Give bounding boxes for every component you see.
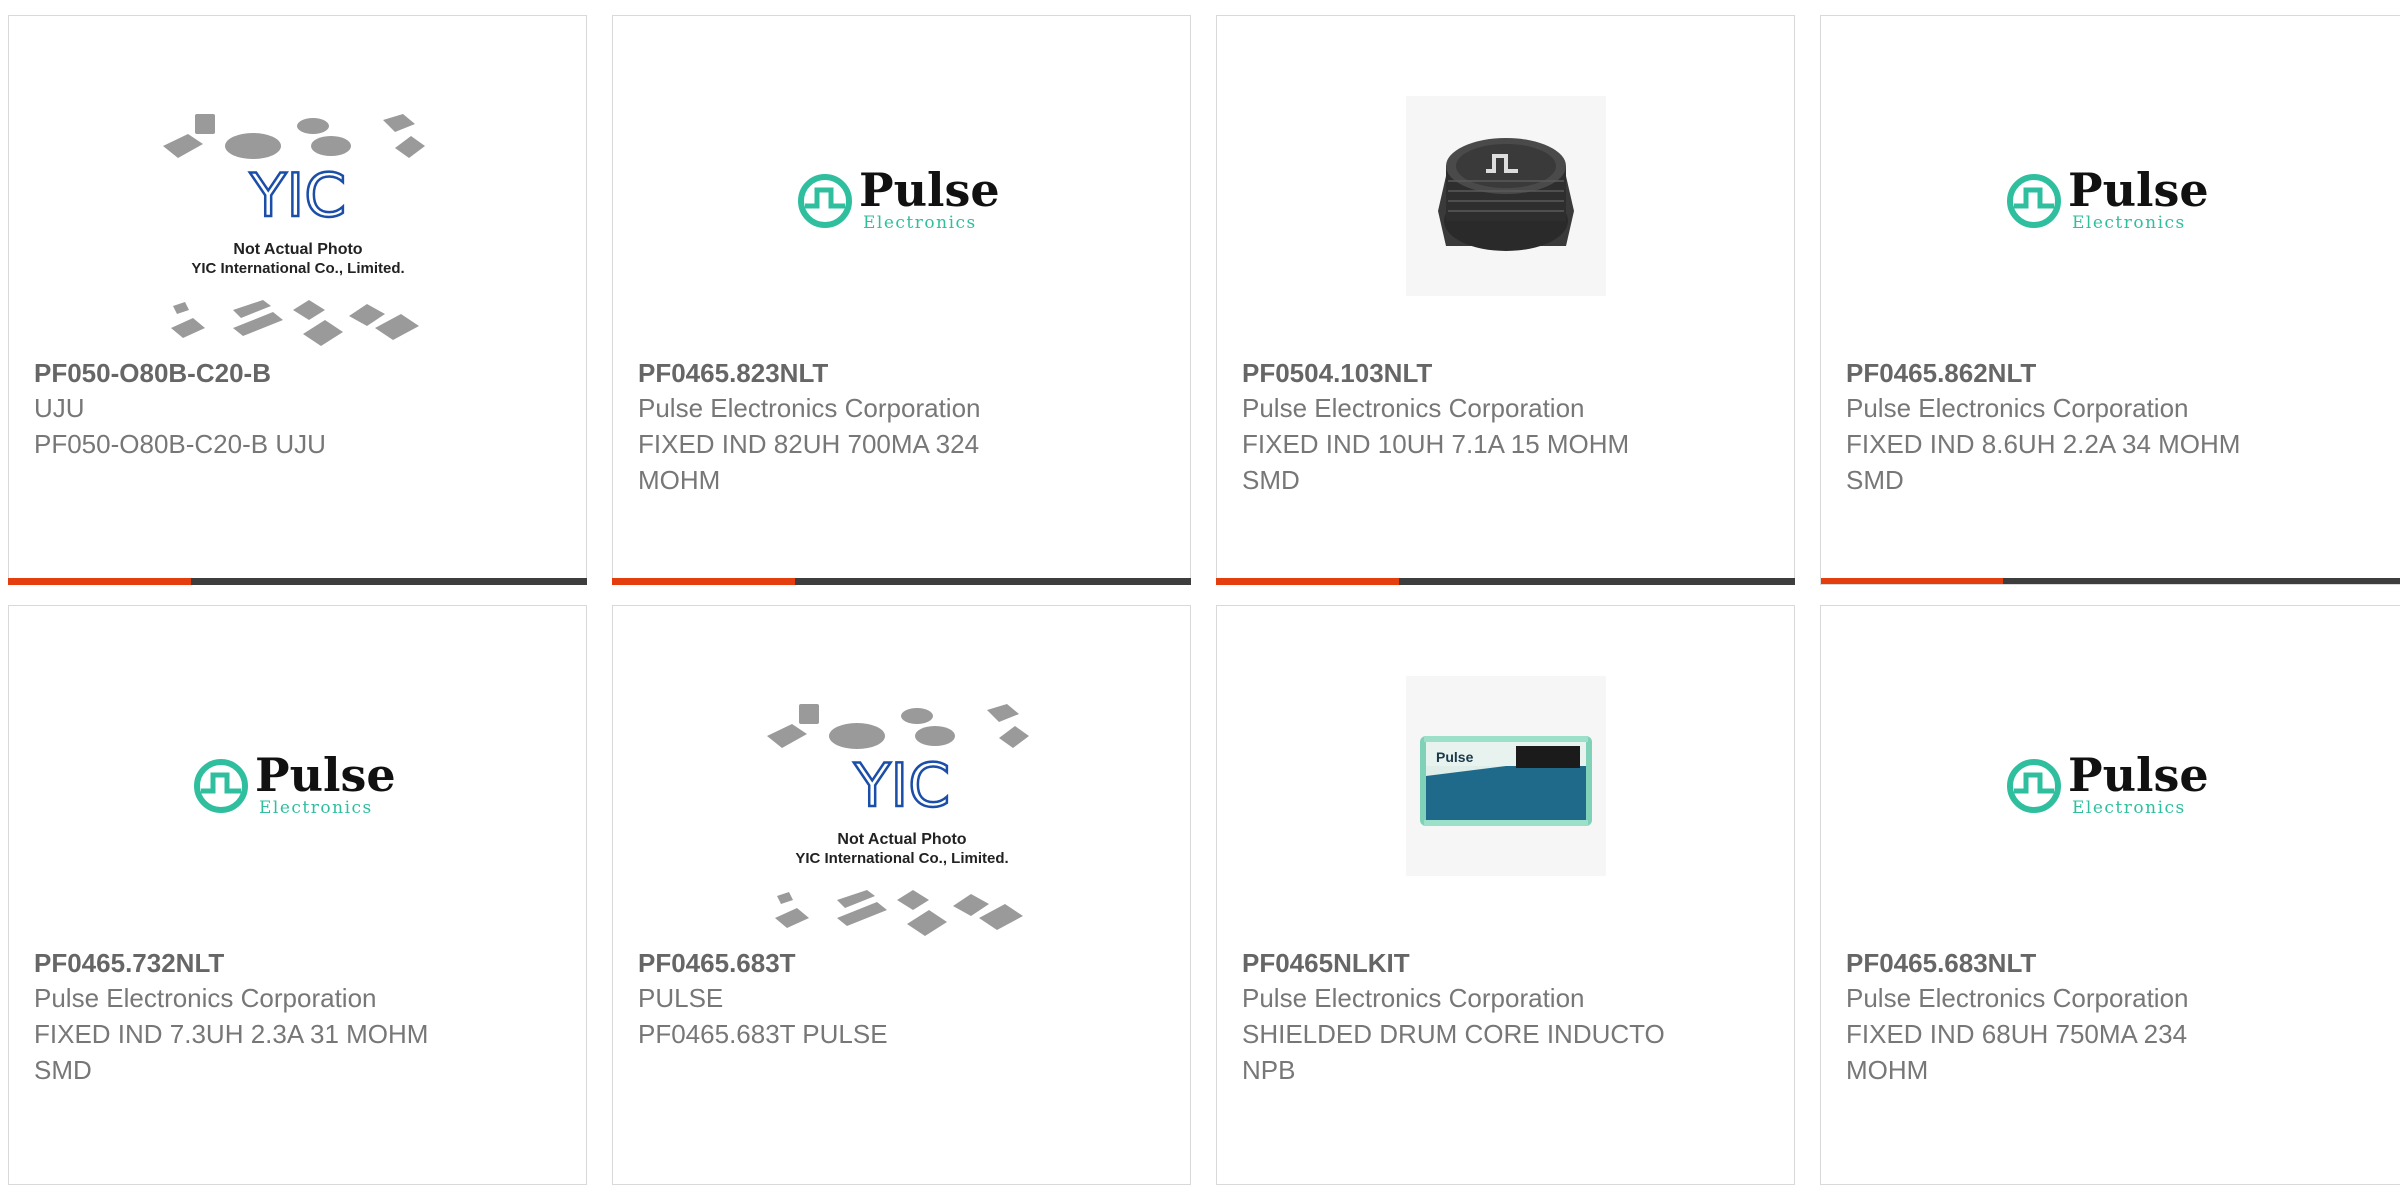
- part-number[interactable]: PF0504.103NLT: [1242, 356, 1774, 390]
- product-card[interactable]: PF0504.103NLT Pulse Electronics Corporat…: [1216, 15, 1795, 585]
- part-number[interactable]: PF0465.823NLT: [638, 356, 1170, 390]
- part-number[interactable]: PF0465.732NLT: [34, 946, 566, 980]
- inductor-photo-image: [1405, 96, 1606, 296]
- pulse-logo-image: Pulse Electronics: [2006, 751, 2209, 818]
- product-image-pulse-logo[interactable]: Pulse Electronics: [1821, 731, 2400, 841]
- kit-box-photo-image: Pulse: [1405, 676, 1606, 876]
- manufacturer: PULSE: [638, 983, 724, 1013]
- manufacturer: Pulse Electronics Corporation: [1846, 393, 2189, 423]
- product-card[interactable]: YIC Not Actual Photo YIC International C…: [612, 605, 1191, 1185]
- part-number[interactable]: PF0465.683NLT: [1846, 946, 2384, 980]
- yic-line1: Not Actual Photo: [837, 831, 966, 848]
- pulse-logo-image: Pulse Electronics: [797, 166, 1000, 233]
- manufacturer: Pulse Electronics Corporation: [1242, 983, 1585, 1013]
- manufacturer: Pulse Electronics Corporation: [1242, 393, 1585, 423]
- manufacturer: Pulse Electronics Corporation: [638, 393, 981, 423]
- description: FIXED IND 82UH 700MA 324 MOHM: [638, 429, 980, 495]
- manufacturer: Pulse Electronics Corporation: [34, 983, 377, 1013]
- description: PF0465.683T PULSE: [638, 1019, 888, 1049]
- card-bottom-bar: [1216, 578, 1795, 585]
- pulse-sub: Electronics: [259, 798, 373, 818]
- product-card[interactable]: Pulse PF0465NLKIT Pulse Electronics Corp…: [1216, 605, 1795, 1185]
- yic-placeholder-image: YIC Not Actual Photo YIC International C…: [766, 704, 1029, 936]
- description: FIXED IND 10UH 7.1A 15 MOHM SMD: [1242, 429, 1630, 495]
- yic-mark: YIC: [248, 161, 345, 231]
- card-accent-bar: [612, 578, 795, 585]
- product-image-pulse-logo[interactable]: Pulse Electronics: [1821, 146, 2400, 256]
- pulse-logo-image: Pulse Electronics: [2006, 166, 2209, 233]
- pulse-name: Pulse: [2068, 751, 2209, 802]
- product-image-inductor-photo[interactable]: [1217, 96, 1794, 296]
- product-card[interactable]: Pulse Electronics PF0465.683NLT Pulse El…: [1820, 605, 2400, 1185]
- card-accent-bar: [1216, 578, 1399, 585]
- yic-placeholder-image: YIC Not Actual Photo YIC International C…: [162, 114, 425, 346]
- product-image-yic-placeholder[interactable]: YIC Not Actual Photo YIC International C…: [613, 691, 1190, 951]
- yic-mark: YIC: [852, 751, 949, 821]
- manufacturer: Pulse Electronics Corporation: [1846, 983, 2189, 1013]
- pulse-sub: Electronics: [863, 213, 977, 233]
- part-number[interactable]: PF0465.862NLT: [1846, 356, 2384, 390]
- product-card[interactable]: Pulse Electronics PF0465.732NLT Pulse El…: [8, 605, 587, 1185]
- description: PF050-O80B-C20-B UJU: [34, 429, 326, 459]
- part-number[interactable]: PF050-O80B-C20-B: [34, 356, 566, 390]
- description: FIXED IND 7.3UH 2.3A 31 MOHM SMD: [34, 1019, 429, 1085]
- card-accent-bar: [1821, 578, 2003, 584]
- product-image-pulse-logo[interactable]: Pulse Electronics: [9, 731, 586, 841]
- product-image-kit-box-photo[interactable]: Pulse: [1217, 676, 1794, 876]
- description: SHIELDED DRUM CORE INDUCTO NPB: [1242, 1019, 1665, 1085]
- part-number[interactable]: PF0465.683T: [638, 946, 1170, 980]
- description: FIXED IND 68UH 750MA 234 MOHM: [1846, 1019, 2188, 1085]
- card-bottom-bar: [1821, 578, 2400, 584]
- part-number[interactable]: PF0465NLKIT: [1242, 946, 1774, 980]
- pulse-logo-image: Pulse Electronics: [193, 751, 396, 818]
- pulse-name: Pulse: [255, 751, 396, 802]
- pulse-sub: Electronics: [2072, 213, 2186, 233]
- product-card[interactable]: Pulse Electronics PF0465.823NLT Pulse El…: [612, 15, 1191, 585]
- yic-line2: YIC International Co., Limited.: [191, 260, 404, 277]
- pulse-name: Pulse: [2068, 166, 2209, 217]
- manufacturer: UJU: [34, 393, 85, 423]
- product-card[interactable]: Pulse Electronics PF0465.862NLT Pulse El…: [1820, 15, 2400, 585]
- yic-line1: Not Actual Photo: [233, 241, 362, 258]
- product-image-pulse-logo[interactable]: Pulse Electronics: [613, 146, 1190, 256]
- svg-text:Pulse: Pulse: [1436, 749, 1474, 765]
- pulse-sub: Electronics: [2072, 798, 2186, 818]
- yic-line2: YIC International Co., Limited.: [795, 850, 1008, 867]
- product-image-yic-placeholder[interactable]: YIC Not Actual Photo YIC International C…: [9, 101, 586, 361]
- card-bottom-bar: [8, 578, 587, 585]
- card-bottom-bar: [612, 578, 1191, 585]
- card-accent-bar: [8, 578, 191, 585]
- pulse-name: Pulse: [859, 166, 1000, 217]
- product-card[interactable]: YIC Not Actual Photo YIC International C…: [8, 15, 587, 585]
- description: FIXED IND 8.6UH 2.2A 34 MOHM SMD: [1846, 429, 2241, 495]
